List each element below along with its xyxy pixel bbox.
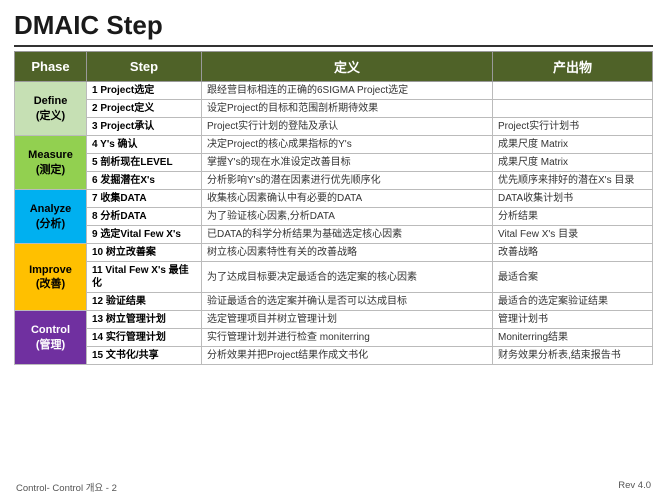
- def-cell: 跟经营目标相连的正确的6SIGMA Project选定: [202, 82, 493, 100]
- def-cell: 收集核心因素确认中有必要的DATA: [202, 190, 493, 208]
- out-cell: 财务效果分析表,结束报告书: [493, 347, 653, 365]
- step-cell: 2 Project定义: [87, 100, 202, 118]
- out-cell: 成果尺度 Matrix: [493, 136, 653, 154]
- step-cell: 11 Vital Few X's 最佳化: [87, 262, 202, 293]
- table-row: 2 Project定义设定Project的目标和范围剖析期待效果: [15, 100, 653, 118]
- table-row: 15 文书化/共享分析效果并把Project结果作成文书化财务效果分析表,结束报…: [15, 347, 653, 365]
- step-cell: 8 分析DATA: [87, 208, 202, 226]
- table-row: 11 Vital Few X's 最佳化为了达成目标要决定最适合的选定案的核心因…: [15, 262, 653, 293]
- table-row: Control(管理)13 树立管理计划选定管理项目并树立管理计划管理计划书: [15, 311, 653, 329]
- step-cell: 7 收集DATA: [87, 190, 202, 208]
- out-cell: Vital Few X's 目录: [493, 226, 653, 244]
- step-cell: 14 实行管理计划: [87, 329, 202, 347]
- step-cell: 4 Y's 确认: [87, 136, 202, 154]
- page-title: DMAIC Step: [14, 10, 653, 41]
- table-row: 9 选定Vital Few X's已DATA的科学分析结果为基础选定核心因素Vi…: [15, 226, 653, 244]
- def-cell: 为了达成目标要决定最适合的选定案的核心因素: [202, 262, 493, 293]
- table-row: Define(定义)1 Project选定跟经营目标相连的正确的6SIGMA P…: [15, 82, 653, 100]
- def-cell: Project实行计划的登陆及承认: [202, 118, 493, 136]
- def-cell: 分析影响Y's的潜在因素进行优先顺序化: [202, 172, 493, 190]
- table-row: 14 实行管理计划实行管理计划并进行检查 moniterringMoniterr…: [15, 329, 653, 347]
- table-container: Phase Step 定义 产出物 Define(定义)1 Project选定跟…: [14, 51, 653, 477]
- def-cell: 树立核心因素特性有关的改善战略: [202, 244, 493, 262]
- footer-left: Control- Control 개요 - 2: [16, 480, 117, 494]
- step-cell: 1 Project选定: [87, 82, 202, 100]
- table-row: Improve(改善)10 树立改善案树立核心因素特性有关的改善战略改善战略: [15, 244, 653, 262]
- out-cell: 优先顺序来排好的潜在X's 目录: [493, 172, 653, 190]
- def-cell: 已DATA的科学分析结果为基础选定核心因素: [202, 226, 493, 244]
- out-cell: Moniterring结果: [493, 329, 653, 347]
- def-cell: 设定Project的目标和范围剖析期待效果: [202, 100, 493, 118]
- step-cell: 13 树立管理计划: [87, 311, 202, 329]
- table-row: Measure(测定)4 Y's 确认决定Project的核心成果指标的Y's成…: [15, 136, 653, 154]
- page: DMAIC Step Phase Step 定义 产出物 Define(定义)1…: [0, 0, 667, 500]
- col-def: 定义: [202, 52, 493, 82]
- out-cell: 改善战略: [493, 244, 653, 262]
- out-cell: 最适合案: [493, 262, 653, 293]
- col-step: Step: [87, 52, 202, 82]
- def-cell: 分析效果并把Project结果作成文书化: [202, 347, 493, 365]
- def-cell: 实行管理计划并进行检查 moniterring: [202, 329, 493, 347]
- def-cell: 掌握Y's的现在水准设定改善目标: [202, 154, 493, 172]
- step-cell: 6 发掘潜在X's: [87, 172, 202, 190]
- step-cell: 15 文书化/共享: [87, 347, 202, 365]
- table-row: 6 发掘潜在X's分析影响Y's的潜在因素进行优先顺序化优先顺序来排好的潜在X'…: [15, 172, 653, 190]
- phase-cell-0: Define(定义): [15, 82, 87, 136]
- col-out: 产出物: [493, 52, 653, 82]
- out-cell: 分析结果: [493, 208, 653, 226]
- divider: [14, 45, 653, 47]
- table-row: 5 剖析现在LEVEL掌握Y's的现在水准设定改善目标成果尺度 Matrix: [15, 154, 653, 172]
- phase-cell-4: Control(管理): [15, 311, 87, 365]
- out-cell: Project实行计划书: [493, 118, 653, 136]
- dmaic-table: Phase Step 定义 产出物 Define(定义)1 Project选定跟…: [14, 51, 653, 365]
- footer: Control- Control 개요 - 2 Rev 4.0: [14, 480, 653, 494]
- step-cell: 10 树立改善案: [87, 244, 202, 262]
- table-row: Analyze(分析)7 收集DATA收集核心因素确认中有必要的DATADATA…: [15, 190, 653, 208]
- table-row: 3 Project承认Project实行计划的登陆及承认Project实行计划书: [15, 118, 653, 136]
- step-cell: 3 Project承认: [87, 118, 202, 136]
- def-cell: 决定Project的核心成果指标的Y's: [202, 136, 493, 154]
- step-cell: 12 验证结果: [87, 293, 202, 311]
- out-cell: [493, 82, 653, 100]
- out-cell: [493, 100, 653, 118]
- step-cell: 9 选定Vital Few X's: [87, 226, 202, 244]
- out-cell: 最适合的选定案验证结果: [493, 293, 653, 311]
- def-cell: 选定管理项目并树立管理计划: [202, 311, 493, 329]
- def-cell: 验证最适合的选定案并确认是否可以达成目标: [202, 293, 493, 311]
- def-cell: 为了验证核心因素,分析DATA: [202, 208, 493, 226]
- footer-right: Rev 4.0: [618, 480, 651, 494]
- out-cell: DATA收集计划书: [493, 190, 653, 208]
- table-row: 8 分析DATA为了验证核心因素,分析DATA分析结果: [15, 208, 653, 226]
- out-cell: 成果尺度 Matrix: [493, 154, 653, 172]
- phase-cell-1: Measure(测定): [15, 136, 87, 190]
- table-row: 12 验证结果验证最适合的选定案并确认是否可以达成目标最适合的选定案验证结果: [15, 293, 653, 311]
- step-cell: 5 剖析现在LEVEL: [87, 154, 202, 172]
- col-phase: Phase: [15, 52, 87, 82]
- phase-cell-3: Improve(改善): [15, 244, 87, 311]
- out-cell: 管理计划书: [493, 311, 653, 329]
- phase-cell-2: Analyze(分析): [15, 190, 87, 244]
